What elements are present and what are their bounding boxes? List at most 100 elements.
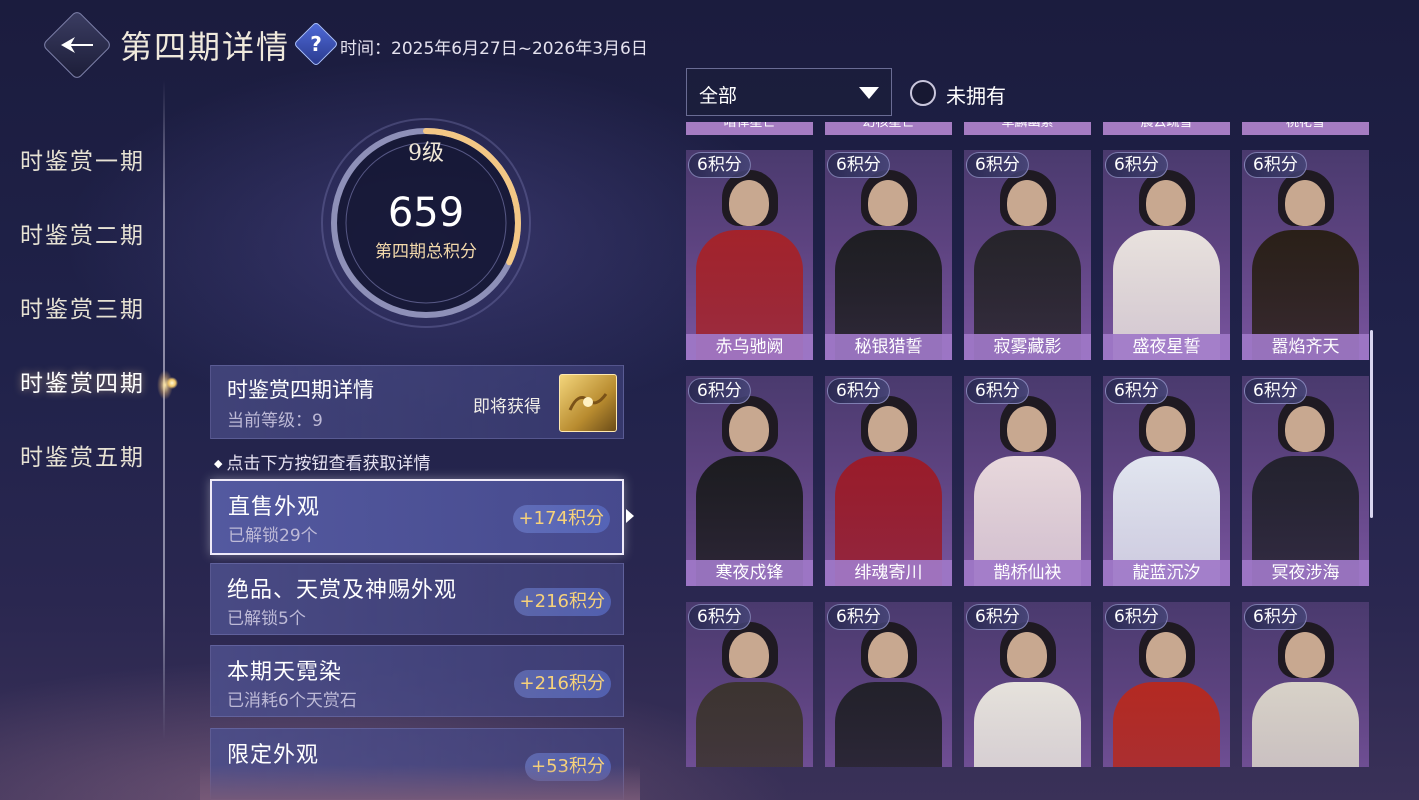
period-detail-card[interactable]: 时鉴赏四期详情 当前等级：9 即将获得	[210, 365, 624, 439]
outfit-figure-body	[696, 682, 803, 767]
reward-item-icon[interactable]	[559, 374, 617, 432]
nav-item-period-3[interactable]: 时鉴赏三期	[20, 283, 170, 357]
partial-card-name: 桃花雪	[1242, 122, 1369, 135]
question-diamond-icon[interactable]: ?	[293, 21, 339, 67]
total-score: 659	[387, 190, 465, 236]
outfit-name: 绯魂寄川	[825, 560, 952, 586]
soon-label: 即将获得	[473, 397, 541, 417]
outfit-figure-head	[729, 180, 769, 226]
points-badge: 6积分	[688, 604, 751, 630]
nav-item-period-5[interactable]: 时鉴赏五期	[20, 431, 170, 505]
level-label: 9级	[408, 141, 444, 166]
outfit-figure-body	[835, 682, 942, 767]
outfit-card[interactable]: 6积分	[686, 602, 813, 767]
outfit-name: 秘银猎誓	[825, 334, 952, 360]
category-name: 绝品、天赏及神赐外观	[227, 578, 458, 603]
points-badge: 6积分	[688, 152, 751, 178]
outfit-card[interactable]: 6积分	[1103, 602, 1230, 767]
outfit-card[interactable]: 6积分鹊桥仙袂	[964, 376, 1091, 586]
outfit-card[interactable]: 6积分 靛蓝沉汐	[1103, 376, 1230, 586]
page-title: 第四期详情	[120, 28, 291, 66]
outfit-card[interactable]: 6积分寒夜戍锋	[686, 376, 813, 586]
outfit-name: 赤乌驰阙	[686, 334, 813, 360]
nav-item-period-4[interactable]: 时鉴赏四期	[20, 357, 178, 431]
category-sub: 已消耗6个天赏石	[227, 691, 357, 711]
outfit-figure-head	[1146, 632, 1186, 678]
outfit-card[interactable]: 6积分秘银猎誓	[825, 150, 952, 360]
outfit-figure-head	[1146, 180, 1186, 226]
points-badge: 6积分	[1244, 152, 1307, 178]
outfit-grid: 暗律星芒 幻核星芒 草麟幽素 晨云疏雪 桃花雪 6积分 赤乌驰阙 6积分 秘银猎誓 6积…	[686, 122, 1374, 767]
outfit-figure-head	[1007, 180, 1047, 226]
outfit-figure-head	[729, 632, 769, 678]
points-badge: 6积分	[1244, 604, 1307, 630]
filter-dropdown[interactable]: 全部	[686, 68, 892, 116]
partial-card-name: 晨云疏雪	[1103, 122, 1230, 135]
hint-text: ◆ 点击下方按钮查看获取详情	[214, 449, 430, 474]
points-badge: 6积分	[1105, 378, 1168, 404]
current-level: 当前等级：9	[227, 411, 323, 431]
radio-circle-icon[interactable]	[910, 80, 936, 106]
outfit-figure-body	[1113, 682, 1220, 767]
category-dye[interactable]: 本期天霓染 已消耗6个天赏石 +216积分	[210, 645, 624, 717]
outfit-name: 冥夜涉海	[1242, 560, 1369, 586]
outfit-figure-head	[1285, 180, 1325, 226]
score-caption: 第四期总积分	[375, 242, 477, 262]
detail-title: 时鉴赏四期详情	[227, 378, 374, 402]
points-badge: 6积分	[1105, 152, 1168, 178]
points-badge: 6积分	[966, 378, 1029, 404]
outfit-card[interactable]: 6积分寂雾藏影	[964, 150, 1091, 360]
hint-label: 点击下方按钮查看获取详情	[226, 454, 431, 474]
points-badge: 6积分	[1105, 604, 1168, 630]
points-badge: 6积分	[1244, 378, 1307, 404]
partial-card-name: 草麟幽素	[964, 122, 1091, 135]
outfit-figure-head	[1285, 632, 1325, 678]
outfit-figure-head	[868, 632, 908, 678]
outfit-card[interactable]: 6积分盛夜星誓	[1103, 150, 1230, 360]
outfit-figure-head	[1146, 406, 1186, 452]
category-points: +174积分	[512, 505, 610, 533]
nav-item-period-1[interactable]: 时鉴赏一期	[20, 135, 170, 209]
bottom-fade	[200, 765, 640, 800]
score-ring: 9级 659 第四期总积分	[318, 115, 534, 331]
outfit-name: 寂雾藏影	[964, 334, 1091, 360]
points-badge: 6积分	[966, 152, 1029, 178]
outfit-name: 嚣焰齐天	[1242, 334, 1369, 360]
outfit-figure-head	[1007, 632, 1047, 678]
back-arrow-icon	[53, 21, 101, 69]
category-premium[interactable]: 绝品、天赏及神赐外观 已解锁5个 +216积分	[210, 563, 624, 635]
outfit-card[interactable]: 6积分绯魂寄川	[825, 376, 952, 586]
points-badge: 6积分	[827, 378, 890, 404]
category-direct-sale[interactable]: 直售外观 已解锁29个 +174积分	[210, 479, 634, 555]
outfit-figure-head	[1285, 406, 1325, 452]
grid-scrollbar[interactable]	[1370, 330, 1373, 518]
outfit-name: 寒夜戍锋	[686, 560, 813, 586]
category-points: +216积分	[513, 588, 611, 616]
outfit-card[interactable]: 6积分赤乌驰阙	[686, 150, 813, 360]
diamond-bullet-icon: ◆	[214, 457, 223, 470]
outfit-figure-head	[868, 406, 908, 452]
partial-card-name: 幻核星芒	[825, 122, 952, 135]
points-badge: 6积分	[827, 152, 890, 178]
outfit-name: 鹊桥仙袂	[964, 560, 1091, 586]
outfit-card[interactable]: 6积分冥夜涉海	[1242, 376, 1369, 586]
outfit-figure-head	[1007, 406, 1047, 452]
points-badge: 6积分	[688, 378, 751, 404]
filter-selected-value: 全部	[699, 85, 738, 107]
category-sub: 已解锁5个	[227, 609, 306, 629]
category-points: +216积分	[513, 670, 611, 698]
outfit-card[interactable]: 6积分	[1242, 602, 1369, 767]
outfit-name: 盛夜星誓	[1103, 334, 1230, 360]
nav-item-period-2[interactable]: 时鉴赏二期	[20, 209, 170, 283]
category-name: 本期天霓染	[227, 660, 343, 685]
back-button[interactable]	[41, 9, 113, 81]
outfit-figure-body	[1252, 682, 1359, 767]
outfit-figure-body	[974, 682, 1081, 767]
category-sub: 已解锁29个	[228, 526, 318, 546]
outfit-card[interactable]: 6积分	[964, 602, 1091, 767]
chevron-down-icon	[859, 87, 879, 99]
outfit-card[interactable]: 6积分	[825, 602, 952, 767]
category-name: 直售外观	[228, 495, 321, 520]
side-nav: 时鉴赏一期 时鉴赏二期 时鉴赏三期 时鉴赏四期 时鉴赏五期	[20, 135, 178, 505]
outfit-card[interactable]: 6积分嚣焰齐天	[1242, 150, 1369, 360]
